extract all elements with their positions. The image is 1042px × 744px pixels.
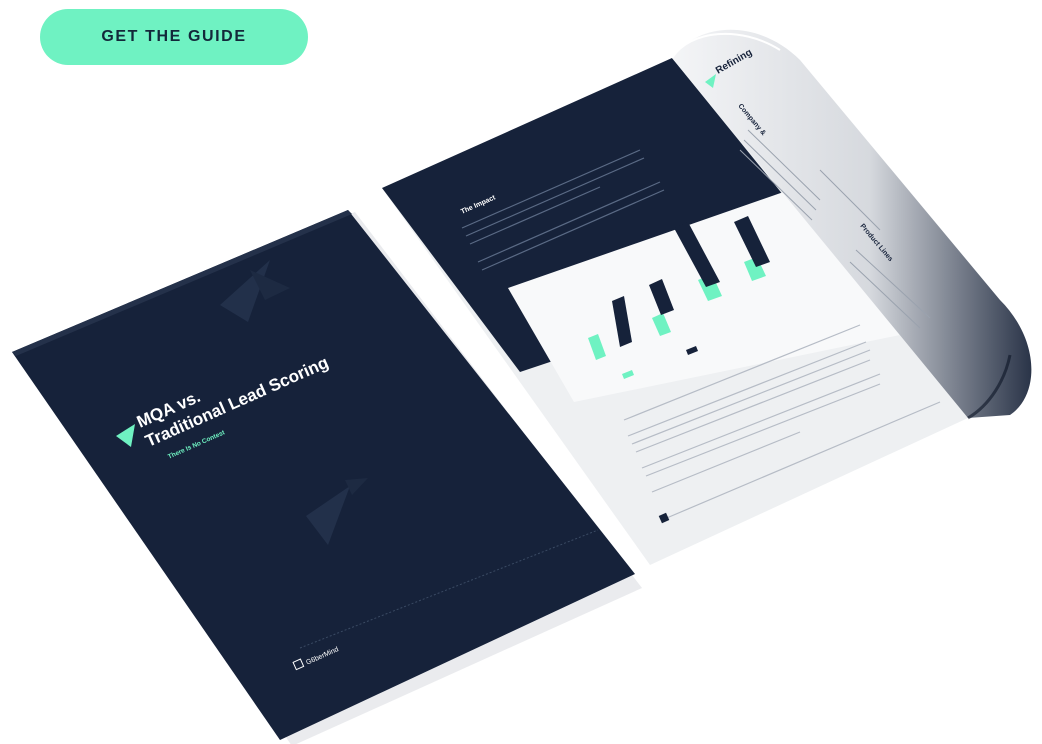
brochure-mockup-image: MQA vs. Traditional Lead Scoring There I…: [12, 29, 1032, 744]
